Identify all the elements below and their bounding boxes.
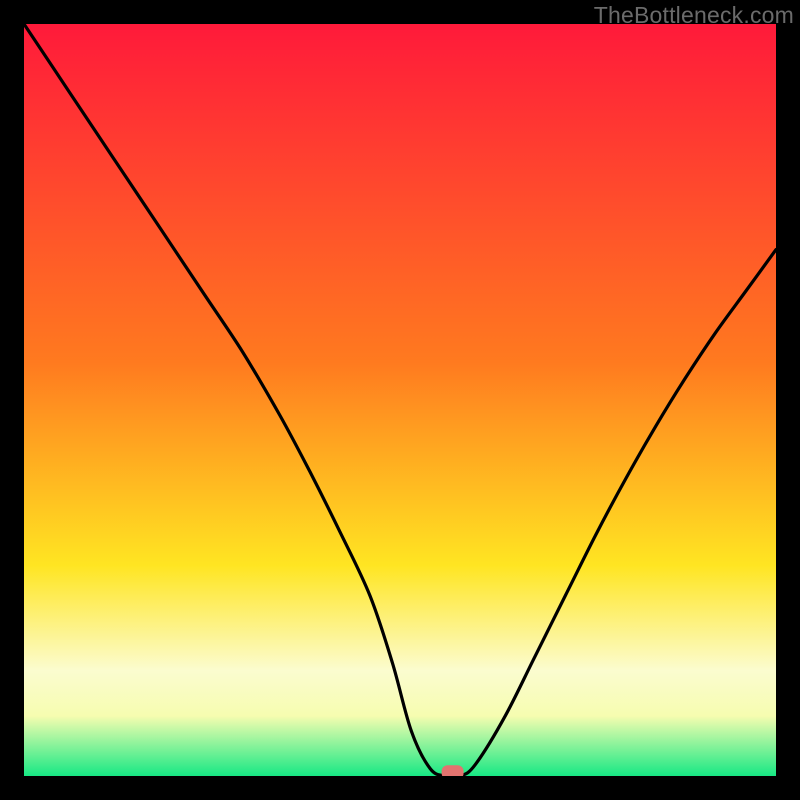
chart-frame: TheBottleneck.com xyxy=(0,0,800,800)
plot-svg xyxy=(24,24,776,776)
minimum-marker xyxy=(442,765,464,776)
gradient-fill xyxy=(24,24,776,776)
watermark-text: TheBottleneck.com xyxy=(594,2,794,29)
plot-area xyxy=(24,24,776,776)
